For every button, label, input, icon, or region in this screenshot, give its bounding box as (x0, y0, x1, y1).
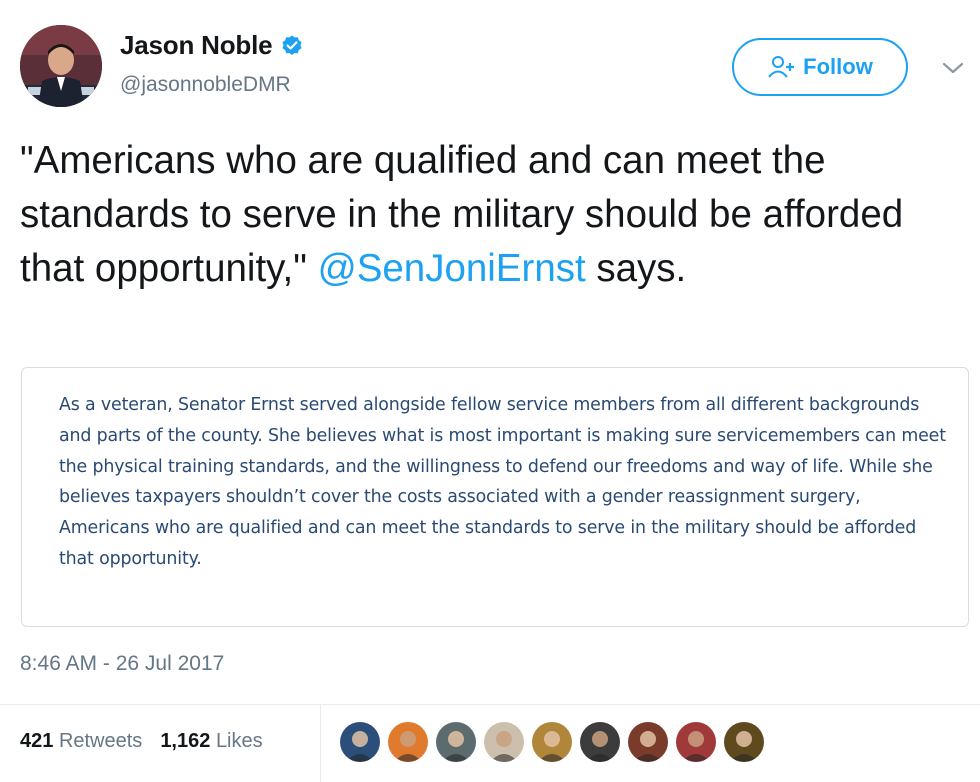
chevron-down-icon[interactable] (940, 58, 966, 78)
tweet-text: "Americans who are qualified and can mee… (20, 134, 970, 296)
divider (0, 704, 980, 705)
attached-image[interactable]: As a veteran, Senator Ernst served along… (21, 367, 969, 627)
likes-count: 1,162 (160, 730, 211, 752)
liker-avatar[interactable] (436, 722, 476, 762)
stats-divider (320, 704, 321, 782)
liker-avatar[interactable] (628, 722, 668, 762)
add-person-icon (768, 56, 795, 78)
attached-image-text: As a veteran, Senator Ernst served along… (59, 395, 946, 569)
retweets-stat[interactable]: 421 Retweets (20, 730, 142, 753)
follow-button[interactable]: Follow (732, 38, 908, 96)
author-name-row: Jason Noble (120, 30, 304, 61)
verified-badge-icon (282, 35, 302, 55)
tweet-timestamp[interactable]: 8:46 AM - 26 Jul 2017 (20, 652, 224, 676)
liker-avatar[interactable] (532, 722, 572, 762)
tweet-header: Jason Noble @jasonnobleDMR Follow (0, 0, 980, 120)
liker-avatar[interactable] (676, 722, 716, 762)
retweets-count: 421 (20, 730, 54, 752)
liker-avatar[interactable] (340, 722, 380, 762)
likes-stat[interactable]: 1,162 Likes (160, 730, 262, 753)
author-avatar[interactable] (20, 25, 102, 107)
tweet-text-tail: says. (585, 247, 687, 290)
liker-avatar[interactable] (388, 722, 428, 762)
liker-avatar[interactable] (484, 722, 524, 762)
liker-avatar[interactable] (580, 722, 620, 762)
liker-avatars (340, 722, 772, 762)
retweets-label: Retweets (58, 730, 143, 752)
author-display-name[interactable]: Jason Noble (120, 30, 273, 61)
likes-label: Likes (215, 730, 263, 752)
liker-avatar[interactable] (724, 722, 764, 762)
author-handle[interactable]: @jasonnobleDMR (120, 73, 291, 97)
follow-button-label: Follow (803, 54, 873, 79)
tweet-stats: 421 Retweets 1,162 Likes (20, 730, 281, 753)
mention-link[interactable]: @SenJoniErnst (318, 247, 586, 290)
